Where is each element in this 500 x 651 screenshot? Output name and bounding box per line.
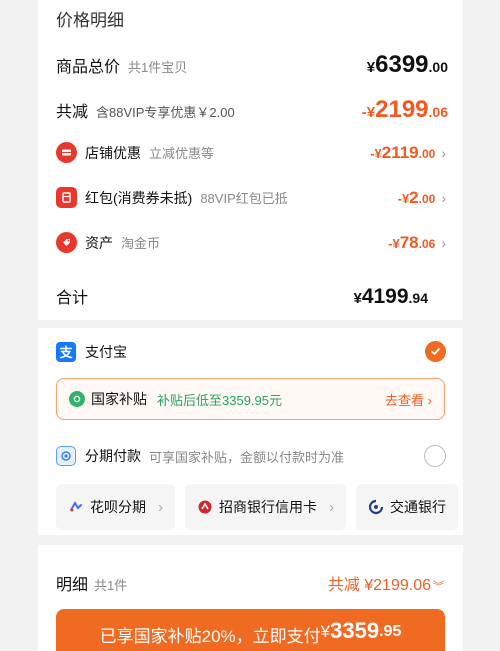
huabei-icon: [68, 499, 84, 515]
national-subsidy-banner[interactable]: 国家补贴 补贴后低至3359.95元 去查看 ›: [56, 378, 445, 420]
discount-amount: -¥2.00: [397, 187, 436, 207]
total-row: 合计 ¥4199.94: [56, 284, 428, 309]
discount-row-red-packet[interactable]: 红包(消费券未抵) 88VIP红包已抵 -¥2.00 ›: [56, 187, 446, 208]
chip-bocom[interactable]: 交通银行: [356, 484, 458, 530]
total-amount: ¥4199.94: [353, 285, 428, 308]
chevron-right-icon: ›: [329, 498, 334, 516]
tag-icon: [56, 232, 77, 253]
store-coupon-icon: [56, 142, 77, 163]
installment-label: 分期付款: [85, 448, 141, 464]
goods-total-row: 商品总价 共1件宝贝 ¥6399.00: [56, 51, 448, 79]
detail-reduce: 共减 ¥2199.06 ︾: [327, 577, 444, 594]
chevron-right-icon: ›: [158, 498, 163, 516]
detail-label: 明细: [56, 577, 89, 594]
discount-row-store[interactable]: 店铺优惠 立减优惠等 -¥2119.00 ›: [56, 142, 446, 163]
chip-label: 招商银行信用卡: [219, 499, 317, 515]
discount-sub: 淘金币: [121, 236, 161, 251]
subsidy-label: 国家补贴: [91, 391, 147, 407]
chip-label: 花呗分期: [90, 499, 146, 515]
alipay-label: 支付宝: [85, 343, 127, 360]
discount-amount: -¥78.06: [388, 232, 436, 252]
goods-total-count: 共1件宝贝: [128, 60, 188, 75]
total-label: 合计: [56, 290, 89, 307]
chevron-right-icon: ›: [441, 189, 446, 206]
view-subsidy-link[interactable]: 去查看 ›: [385, 390, 432, 409]
checkmark-icon[interactable]: [425, 341, 446, 362]
installment-radio[interactable]: [424, 445, 446, 467]
total-reduce-row: 共减 含88VIP专享优惠￥2.00 -¥2199.06: [56, 96, 448, 124]
detail-count: 共1件: [94, 578, 128, 593]
discount-sub: 立减优惠等: [149, 146, 215, 161]
chevron-right-icon: ›: [441, 144, 446, 161]
total-reduce-label: 共减: [56, 104, 89, 121]
installment-icon: [56, 446, 76, 466]
discount-label: 店铺优惠: [85, 144, 141, 161]
total-reduce-note: 含88VIP专享优惠￥2.00: [96, 105, 235, 120]
section-title: 价格明细: [56, 11, 124, 30]
bocom-bank-icon: [368, 499, 384, 515]
alipay-option[interactable]: 支 支付宝: [56, 341, 446, 362]
discount-sub: 88VIP红包已抵: [200, 191, 288, 206]
goods-total-label: 商品总价: [56, 59, 121, 76]
installment-option[interactable]: 分期付款 可享国家补贴，金额以付款时为准: [56, 445, 446, 467]
cmb-bank-icon: [197, 499, 213, 515]
total-reduce-amount: -¥2199.06: [361, 96, 448, 123]
discount-label: 资产: [85, 234, 113, 251]
subsidy-icon: [69, 391, 85, 407]
detail-row[interactable]: 明细 共1件 共减 ¥2199.06 ︾: [56, 571, 444, 595]
discount-amount: -¥2119.00: [370, 142, 436, 162]
pay-now-button[interactable]: 已享国家补贴20%，立即支付 ¥3359.95: [56, 609, 445, 651]
double-chevron-down-icon: ︾: [433, 581, 444, 593]
chip-huabei[interactable]: 花呗分期 ›: [56, 484, 175, 530]
discount-row-assets[interactable]: 资产 淘金币 -¥78.06 ›: [56, 232, 446, 253]
goods-total-amount: ¥6399.00: [366, 51, 448, 78]
chip-cmb-credit-card[interactable]: 招商银行信用卡 ›: [185, 484, 346, 530]
red-packet-icon: [56, 187, 77, 208]
alipay-icon: 支: [56, 341, 76, 362]
chip-label: 交通银行: [390, 499, 446, 515]
installment-note: 可享国家补贴，金额以付款时为准: [149, 449, 345, 465]
installment-options: 花呗分期 › 招商银行信用卡 › 交通银行: [56, 484, 463, 530]
chevron-right-icon: ›: [441, 234, 446, 251]
subsidy-note: 补贴后低至3359.95元: [157, 392, 282, 408]
discount-label: 红包(消费券未抵): [85, 189, 193, 206]
